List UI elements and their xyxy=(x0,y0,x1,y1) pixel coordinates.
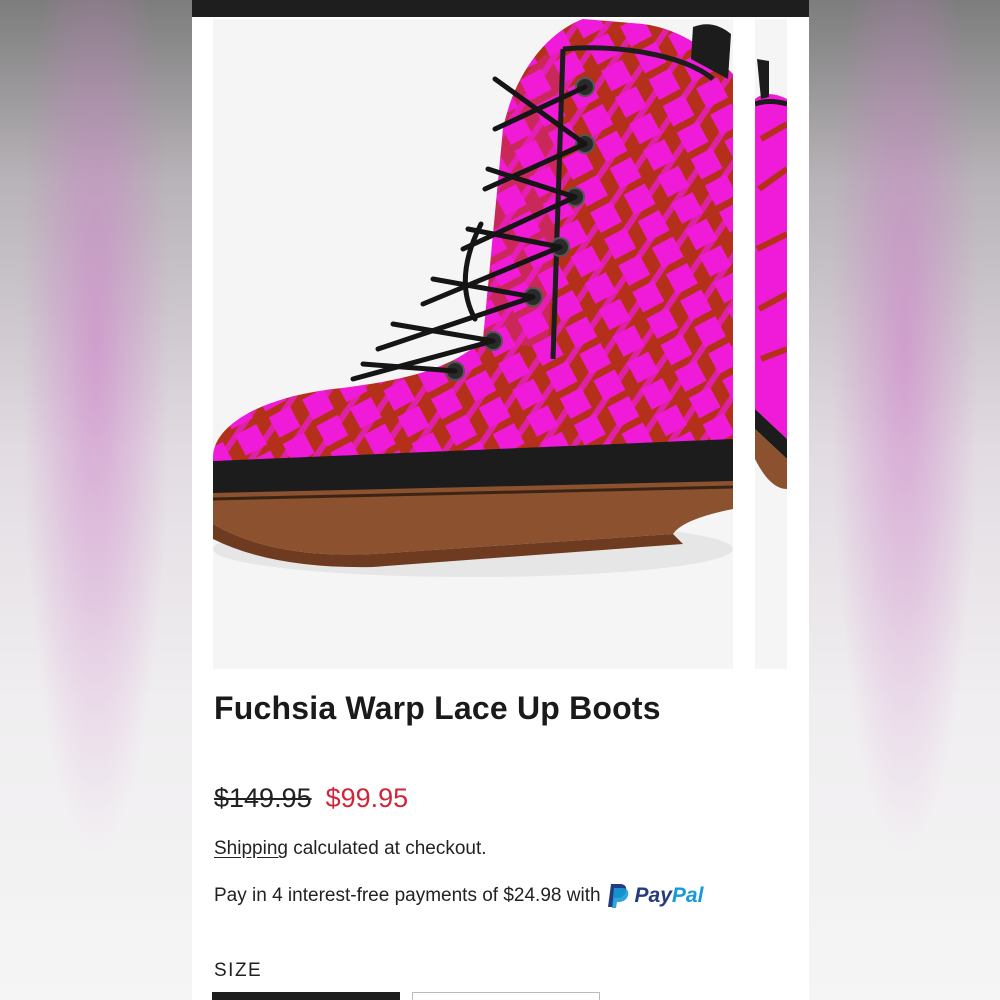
boot-illustration-next xyxy=(755,59,787,489)
product-page: Fuchsia Warp Lace Up Boots $149.95 $99.95… xyxy=(192,0,809,1000)
sale-price: $99.95 xyxy=(325,783,409,813)
paypal-icon xyxy=(607,884,628,908)
background-blur-right xyxy=(809,0,1000,1000)
product-gallery[interactable] xyxy=(192,17,809,672)
shipping-info: Shipping calculated at checkout. xyxy=(214,838,487,860)
shipping-link[interactable]: Shipping xyxy=(214,838,288,859)
shipping-text: calculated at checkout. xyxy=(293,838,487,859)
paypal-installment-text: Pay in 4 interest-free payments of $24.9… xyxy=(214,885,601,906)
size-label: SIZE xyxy=(214,960,263,981)
product-image-next[interactable] xyxy=(755,19,787,669)
product-title: Fuchsia Warp Lace Up Boots xyxy=(214,690,661,726)
price-row: $149.95 $99.95 xyxy=(214,783,408,814)
top-bar xyxy=(192,0,809,17)
product-image-main[interactable] xyxy=(213,19,733,669)
paypal-logo[interactable]: PayPal xyxy=(607,883,704,909)
boot-illustration xyxy=(213,19,733,577)
size-option[interactable] xyxy=(412,992,600,1000)
size-option-selected[interactable] xyxy=(212,992,400,1000)
original-price: $149.95 xyxy=(214,783,312,813)
paypal-wordmark: PayPal xyxy=(634,884,704,907)
background-blur-left xyxy=(0,0,192,1000)
paypal-installments: Pay in 4 interest-free payments of $24.9… xyxy=(214,883,703,909)
